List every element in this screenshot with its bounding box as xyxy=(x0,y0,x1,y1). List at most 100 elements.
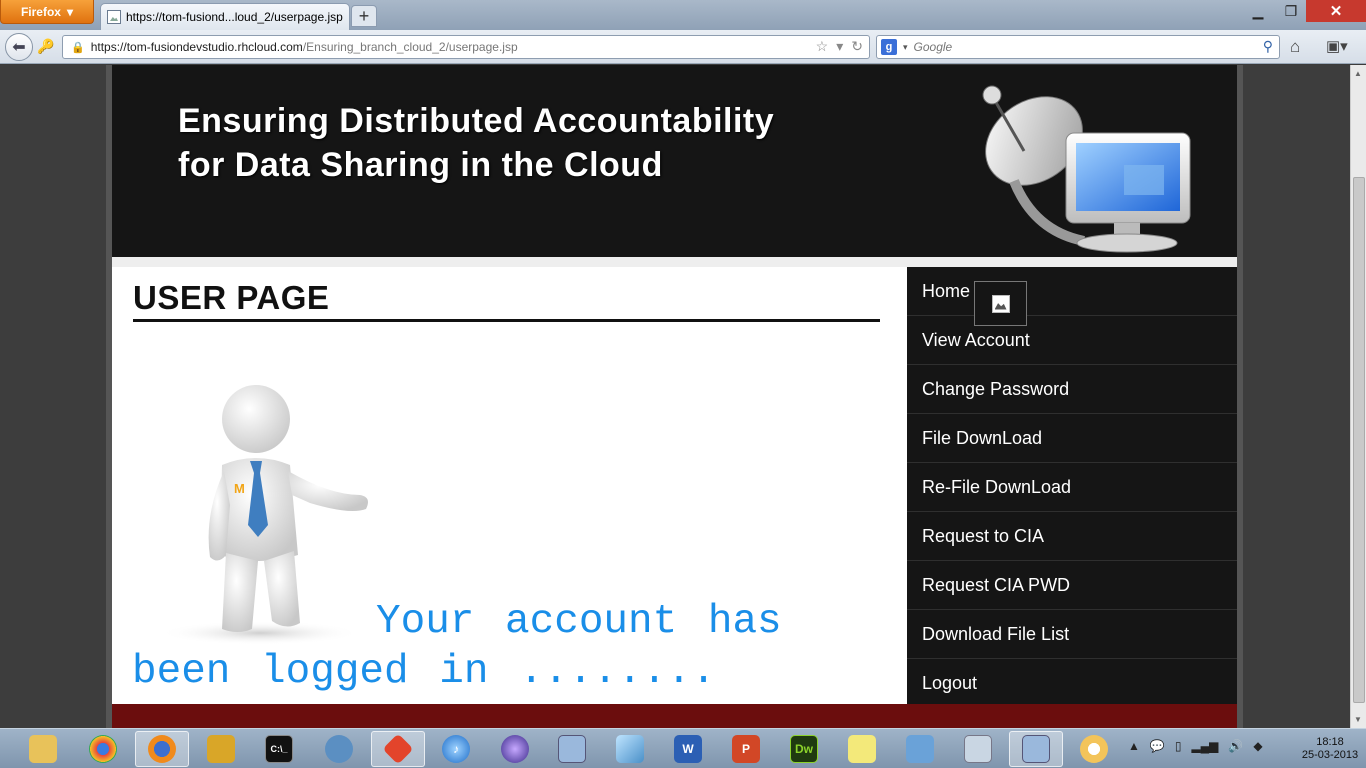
page-favicon-icon xyxy=(107,10,121,24)
volume-icon[interactable]: 🔊 xyxy=(1228,739,1243,753)
search-bar[interactable]: g ▾ Google ⚲ xyxy=(876,35,1280,59)
vertical-scrollbar[interactable]: ▲ ▼ xyxy=(1350,65,1366,728)
app-6-icon xyxy=(325,735,353,763)
figure-badge: M xyxy=(234,481,245,496)
firefox-icon xyxy=(148,735,176,763)
taskbar-explorer[interactable] xyxy=(16,731,70,767)
taskbar-word[interactable]: W xyxy=(661,731,715,767)
scroll-up-arrow-icon[interactable]: ▲ xyxy=(1354,69,1362,78)
browser-tab[interactable]: https://tom-fusiond...loud_2/userpage.js… xyxy=(100,3,350,30)
menu-item-file-download[interactable]: File DownLoad xyxy=(907,414,1237,463)
broken-image-placeholder xyxy=(974,281,1027,326)
git-icon xyxy=(382,733,414,765)
url-path: /Ensuring_branch_cloud_2/userpage.jsp xyxy=(302,40,518,54)
taskbar-git[interactable] xyxy=(371,731,425,767)
taskbar-sticky-notes[interactable] xyxy=(835,731,889,767)
firefox-menu-label: Firefox xyxy=(20,4,61,19)
taskbar-cmd[interactable]: C:\_ xyxy=(252,731,306,767)
satellite-computer-graphic xyxy=(982,85,1191,253)
dreamweaver-icon: Dw xyxy=(790,735,818,763)
broken-image-icon xyxy=(991,294,1010,313)
bookmarks-menu-icon[interactable]: ▣▾ xyxy=(1326,37,1348,55)
site-title-line-1: Ensuring Distributed Accountability xyxy=(178,102,775,140)
url-host: https://tom-fusiondevstudio.rhcloud.com xyxy=(90,40,303,54)
taskbar-firefox[interactable] xyxy=(135,731,189,767)
identity-key-icon[interactable]: 🔑 xyxy=(37,38,54,55)
eclipse-icon xyxy=(501,735,529,763)
header-divider xyxy=(112,257,1237,267)
scroll-down-arrow-icon[interactable]: ▼ xyxy=(1354,715,1362,724)
google-engine-icon[interactable]: g xyxy=(881,39,897,55)
taskbar-monitor[interactable] xyxy=(951,731,1005,767)
firefox-menu-button[interactable]: Firefox ▾ xyxy=(0,0,94,24)
app-11-icon xyxy=(616,735,644,763)
cube-icon xyxy=(558,735,586,763)
taskbar-dreamweaver[interactable]: Dw xyxy=(777,731,831,767)
clock-time: 18:18 xyxy=(1316,736,1344,748)
reload-icon[interactable]: ↻ xyxy=(851,38,863,55)
monitor-icon xyxy=(964,735,992,763)
bookmark-star-icon[interactable]: ☆ xyxy=(816,38,829,55)
menu-item-view-account[interactable]: View Account xyxy=(907,316,1237,365)
close-window-button[interactable]: ✕ xyxy=(1306,0,1366,22)
tray-chat-icon[interactable]: 💬 xyxy=(1150,739,1165,753)
powerpoint-icon: P xyxy=(732,735,760,763)
history-dropdown-icon[interactable]: ▾ xyxy=(836,38,843,55)
taskbar-eclipse[interactable] xyxy=(488,731,542,767)
page-viewport: Ensuring Distributed Accountability for … xyxy=(0,65,1350,728)
scrollbar-thumb[interactable] xyxy=(1353,177,1365,703)
dropbox-icon[interactable]: ◆ xyxy=(1253,739,1262,753)
taskbar-control-panel[interactable] xyxy=(893,731,947,767)
taskbar-app-11[interactable] xyxy=(603,731,657,767)
taskbar-powerpoint[interactable]: P xyxy=(719,731,773,767)
menu-item-logout[interactable]: Logout xyxy=(907,659,1237,708)
search-icon[interactable]: ⚲ xyxy=(1263,38,1273,55)
page-footer-bar xyxy=(112,704,1237,728)
back-button[interactable]: ⬅ xyxy=(5,33,33,61)
lock-icon: 🔒 xyxy=(71,41,85,54)
taskbar-app-4[interactable] xyxy=(194,731,248,767)
minimize-button[interactable]: ▁ xyxy=(1240,0,1276,22)
battery-icon[interactable]: ▯ xyxy=(1175,739,1182,753)
taskbar-chrome[interactable] xyxy=(76,731,130,767)
chrome-icon xyxy=(89,735,117,763)
system-clock[interactable]: 18:18 25-03-2013 xyxy=(1298,736,1362,762)
browser-titlebar: Firefox ▾ https://tom-fusiond...loud_2/u… xyxy=(0,0,1366,30)
new-tab-button[interactable]: + xyxy=(351,5,377,27)
home-icon[interactable]: ⌂ xyxy=(1290,37,1300,57)
paint-icon xyxy=(1080,735,1108,763)
chevron-down-icon: ▾ xyxy=(66,4,74,19)
site-header: Ensuring Distributed Accountability for … xyxy=(112,65,1237,257)
taskbar-paint[interactable] xyxy=(1067,731,1121,767)
login-message: Your account has been logged in ........ xyxy=(132,599,782,695)
taskbar-virtualbox[interactable] xyxy=(545,731,599,767)
menu-item-request-to-cia[interactable]: Request to CIA xyxy=(907,512,1237,561)
side-menu: Home View Account Change Password File D… xyxy=(907,267,1237,708)
tab-title: https://tom-fusiond...loud_2/userpage.js… xyxy=(126,10,343,24)
signal-icon[interactable]: ▂▄▆ xyxy=(1191,739,1218,753)
taskbar-itunes[interactable]: ♪ xyxy=(429,731,483,767)
system-tray: ▲ 💬 ▯ ▂▄▆ 🔊 ◆ xyxy=(1128,739,1263,753)
tools-icon xyxy=(207,735,235,763)
itunes-icon: ♪ xyxy=(442,735,470,763)
search-placeholder: Google xyxy=(913,40,953,54)
navigation-toolbar: ⬅ 🔑 🔒 https://tom-fusiondevstudio.rhclou… xyxy=(0,30,1366,64)
menu-item-download-file-list[interactable]: Download File List xyxy=(907,610,1237,659)
windows-taskbar: C:\_ ♪ W P Dw ▲ 💬 ▯ ▂▄▆ 🔊 ◆ 18:18 25-03-… xyxy=(0,728,1366,768)
url-bar[interactable]: 🔒 https://tom-fusiondevstudio.rhcloud.co… xyxy=(62,35,870,59)
command-prompt-icon: C:\_ xyxy=(265,735,293,763)
back-arrow-icon: ⬅ xyxy=(12,39,26,56)
menu-item-request-cia-pwd[interactable]: Request CIA PWD xyxy=(907,561,1237,610)
tray-expand-icon[interactable]: ▲ xyxy=(1128,739,1140,753)
site-title-line-2: for Data Sharing in the Cloud xyxy=(178,146,663,184)
taskbar-app-6[interactable] xyxy=(312,731,366,767)
taskbar-cube-app[interactable] xyxy=(1009,731,1063,767)
maximize-button[interactable]: ❐ xyxy=(1276,0,1306,22)
sticky-notes-icon xyxy=(848,735,876,763)
menu-item-home[interactable]: Home xyxy=(907,267,1237,316)
menu-item-re-file-download[interactable]: Re-File DownLoad xyxy=(907,463,1237,512)
menu-item-change-password[interactable]: Change Password xyxy=(907,365,1237,414)
control-panel-icon xyxy=(906,735,934,763)
page-title: USER PAGE xyxy=(133,279,330,316)
engine-dropdown-icon[interactable]: ▾ xyxy=(903,42,908,53)
